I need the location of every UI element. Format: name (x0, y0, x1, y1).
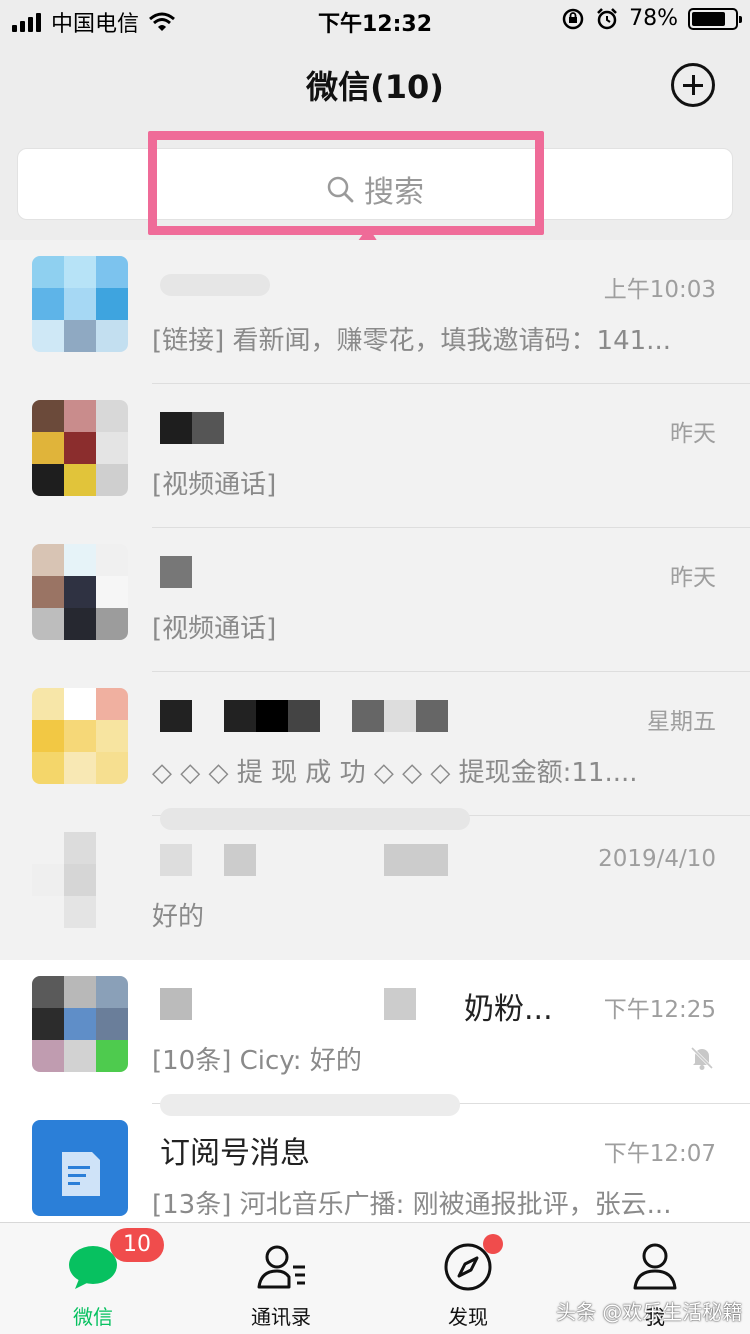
chat-preview: [10条] Cicy: 好的 (152, 1046, 362, 1076)
chat-row[interactable]: 昨天 [视频通话] (0, 384, 750, 528)
blurred-name (160, 988, 416, 1024)
chat-time: 2019/4/10 (598, 846, 716, 872)
discover-dot (483, 1234, 503, 1254)
chat-row[interactable]: 奶粉... 下午12:25 [10条] Cicy: 好的 (0, 960, 750, 1104)
chat-preview: [13条] 河北音乐广播: 刚被通报批评，张云... (152, 1190, 672, 1220)
chat-preview: [视频通话] (152, 614, 277, 644)
contacts-icon (257, 1245, 305, 1289)
chat-row[interactable]: 2019/4/10 好的 (0, 808, 750, 960)
blurred-divider (160, 1094, 460, 1116)
chat-time: 星期五 (647, 709, 716, 735)
avatar (32, 544, 128, 640)
tab-label: 微信 (73, 1305, 113, 1329)
tab-contacts[interactable]: 通讯录 (221, 1223, 341, 1334)
blurred-name (160, 274, 270, 296)
mute-bell-icon (690, 1046, 714, 1070)
chat-name: 订阅号消息 (160, 1136, 310, 1171)
subscription-avatar (32, 1120, 128, 1216)
chat-time: 下午12:25 (603, 997, 716, 1023)
battery-percent: 78% (629, 6, 678, 31)
page-title: 微信(10) (306, 68, 444, 106)
blurred-name (160, 556, 192, 592)
blurred-name (160, 844, 448, 880)
document-icon (62, 1152, 100, 1196)
avatar (32, 256, 128, 352)
person-icon (633, 1243, 677, 1290)
watermark: 头条 @欢乐生活秘籍 (556, 1300, 743, 1324)
avatar (32, 400, 128, 496)
blurred-divider (160, 808, 470, 830)
rotation-lock-icon (562, 8, 584, 29)
chat-preview: [视频通话] (152, 470, 277, 500)
tab-discover[interactable]: 发现 (408, 1223, 528, 1334)
plus-circle-icon[interactable] (671, 63, 715, 107)
chat-row[interactable]: 昨天 [视频通话] (0, 528, 750, 672)
chat-time: 昨天 (670, 565, 716, 591)
chat-time: 昨天 (670, 421, 716, 447)
chat-time: 上午10:03 (603, 277, 716, 303)
unread-badge: 10 (110, 1228, 164, 1262)
search-highlight-box (148, 131, 544, 235)
blurred-name (160, 700, 448, 736)
tab-label: 通讯录 (251, 1305, 311, 1329)
blurred-name (160, 412, 224, 448)
chat-list: 上午10:03 [链接] 看新闻，赚零花，填我邀请码：141... 昨天 [视频… (0, 240, 750, 1248)
chat-preview: [链接] 看新闻，赚零花，填我邀请码：141... (152, 326, 671, 356)
avatar (32, 688, 128, 784)
chat-time: 下午12:07 (603, 1141, 716, 1167)
chat-preview: 好的 (152, 902, 205, 932)
tab-label: 发现 (448, 1305, 488, 1329)
battery-icon (688, 7, 742, 30)
avatar (32, 832, 128, 928)
chat-name: 奶粉... (464, 992, 553, 1027)
chat-row[interactable]: 星期五 ◇ ◇ ◇ 提 现 成 功 ◇ ◇ ◇ 提现金额:11.... (0, 672, 750, 816)
battery-fill (692, 11, 725, 26)
avatar (32, 976, 128, 1072)
chat-preview: ◇ ◇ ◇ 提 现 成 功 ◇ ◇ ◇ 提现金额:11.... (152, 758, 638, 788)
status-right: 78% (561, 6, 742, 31)
alarm-icon (597, 7, 617, 29)
chat-row[interactable]: 上午10:03 [链接] 看新闻，赚零花，填我邀请码：141... (0, 240, 750, 384)
status-bar: 中国电信 下午12:32 78% (0, 0, 750, 40)
